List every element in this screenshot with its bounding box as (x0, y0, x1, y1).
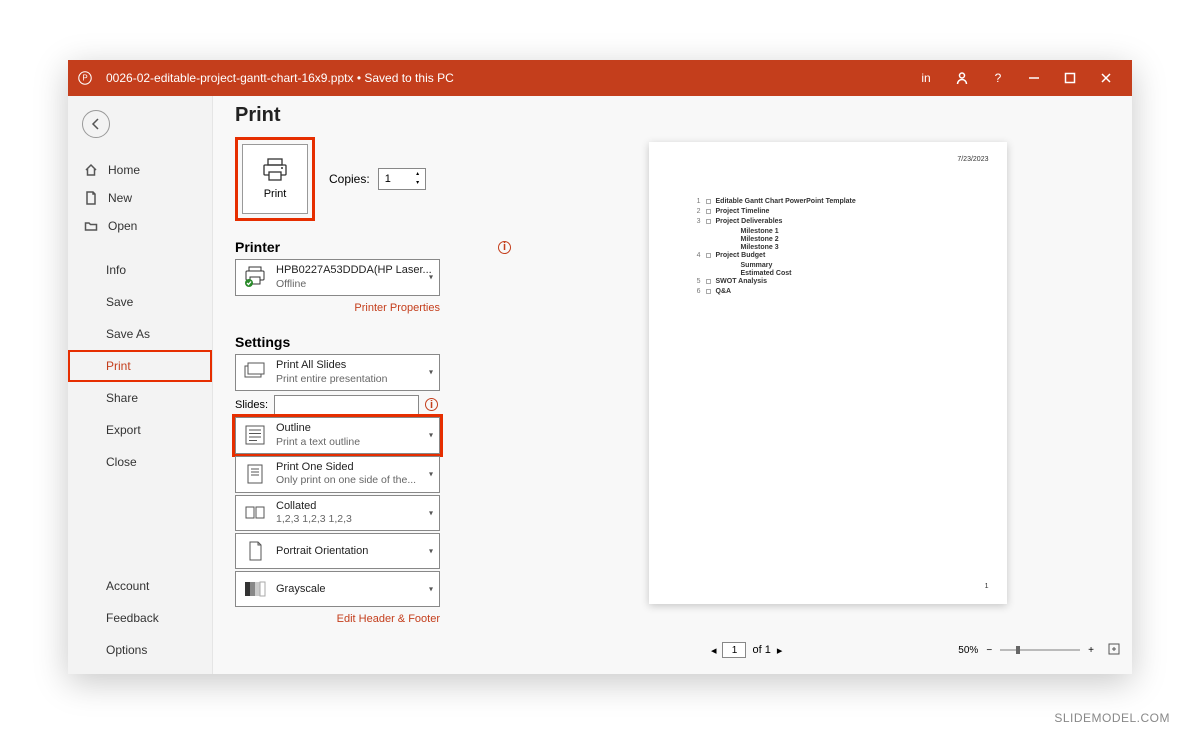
portrait-icon (242, 538, 268, 564)
outline-item: 2Project Timeline (693, 208, 989, 215)
chevron-down-icon: ▾ (429, 273, 433, 282)
sidebar-item-share[interactable]: Share (68, 382, 212, 414)
outline-item: 5SWOT Analysis (693, 278, 989, 285)
sidebar-label: Open (108, 219, 137, 233)
sidebar-item-account[interactable]: Account (68, 570, 212, 602)
info-icon[interactable]: i (498, 241, 511, 254)
print-layout-dropdown[interactable]: Outline Print a text outline ▾ (235, 417, 440, 454)
sidebar-item-export[interactable]: Export (68, 414, 212, 446)
preview-date: 7/23/2023 (957, 156, 988, 163)
page-title: Print (235, 104, 511, 127)
sidebar-item-home[interactable]: Home (68, 156, 212, 184)
outline-item: 1Editable Gantt Chart PowerPoint Templat… (693, 198, 989, 205)
outline-item: 4Project Budget (693, 252, 989, 259)
one-sided-icon (242, 461, 268, 487)
sidebar-item-save[interactable]: Save (68, 286, 212, 318)
print-button[interactable]: Print (242, 144, 308, 214)
sidebar-item-new[interactable]: New (68, 184, 212, 212)
collate-dropdown[interactable]: Collated 1,2,3 1,2,3 1,2,3 ▾ (235, 495, 440, 532)
orientation-dropdown[interactable]: Portrait Orientation ▾ (235, 533, 440, 569)
chevron-down-icon: ▾ (429, 547, 433, 556)
print-sides-dropdown[interactable]: Print One Sided Only print on one side o… (235, 456, 440, 493)
zoom-in-button[interactable]: + (1088, 645, 1094, 656)
chevron-down-icon: ▾ (429, 431, 433, 440)
powerpoint-icon: P (76, 69, 94, 87)
sidebar-label: New (108, 191, 132, 205)
edit-header-footer-link[interactable]: Edit Header & Footer (337, 613, 440, 625)
preview-page-number: 1 (985, 583, 989, 590)
chevron-down-icon: ▾ (429, 508, 433, 517)
minimize-button[interactable] (1016, 60, 1052, 96)
collated-icon (242, 500, 268, 526)
grayscale-icon (242, 576, 268, 602)
maximize-button[interactable] (1052, 60, 1088, 96)
zoom-level: 50% (958, 645, 978, 656)
help-button[interactable]: ? (980, 60, 1016, 96)
sidebar-item-info[interactable]: Info (68, 254, 212, 286)
document-title: 0026-02-editable-project-gantt-chart-16x… (106, 71, 454, 85)
chevron-down-icon: ▾ (429, 368, 433, 377)
printer-heading: Printer (235, 239, 280, 255)
account-icon[interactable] (944, 60, 980, 96)
copies-down[interactable]: ▾ (413, 179, 423, 188)
printer-icon (261, 158, 289, 182)
back-button[interactable] (82, 110, 110, 138)
outline-subitem: Estimated Cost (741, 270, 989, 277)
sidebar-item-open[interactable]: Open (68, 212, 212, 240)
slides-label: Slides: (235, 399, 268, 411)
outline-item: 6Q&A (693, 288, 989, 295)
fit-to-window-button[interactable] (1108, 643, 1120, 658)
titlebar: P 0026-02-editable-project-gantt-chart-1… (68, 60, 1132, 96)
color-dropdown[interactable]: Grayscale ▾ (235, 571, 440, 607)
outline-subitem: Milestone 1 (741, 228, 989, 235)
close-button[interactable] (1088, 60, 1124, 96)
sidebar-item-save-as[interactable]: Save As (68, 318, 212, 350)
print-button-label: Print (264, 188, 287, 200)
sidebar-item-options[interactable]: Options (68, 634, 212, 666)
outline-subitem: Summary (741, 262, 989, 269)
next-page-button[interactable]: ▸ (777, 644, 783, 657)
page-count: of 1 (752, 644, 770, 656)
print-preview: 7/23/2023 1 1Editable Gantt Chart PowerP… (523, 96, 1132, 674)
info-icon[interactable]: i (425, 398, 438, 411)
copies-label: Copies: (329, 172, 370, 186)
settings-heading: Settings (235, 334, 290, 350)
app-window: P 0026-02-editable-project-gantt-chart-1… (68, 60, 1132, 674)
outline-subitem: Milestone 3 (741, 244, 989, 251)
outline-item: 3Project Deliverables (693, 218, 989, 225)
print-range-dropdown[interactable]: Print All Slides Print entire presentati… (235, 354, 440, 391)
copies-input[interactable]: 1 ▴ ▾ (378, 168, 426, 190)
slides-input[interactable] (274, 395, 419, 415)
sidebar-item-close[interactable]: Close (68, 446, 212, 478)
zoom-out-button[interactable]: − (986, 645, 992, 656)
sidebar-item-print[interactable]: Print (68, 350, 212, 382)
zoom-slider[interactable] (1000, 649, 1080, 651)
outline-subitem: Milestone 2 (741, 236, 989, 243)
printer-status-icon (242, 264, 268, 290)
outline-icon (242, 422, 268, 448)
print-settings-panel: Print Print Copies: (213, 96, 523, 674)
printer-dropdown[interactable]: HPB0227A53DDDA(HP Laser... Offline ▾ (235, 259, 440, 296)
chevron-down-icon: ▾ (429, 585, 433, 594)
user-info[interactable]: in (908, 60, 944, 96)
backstage-sidebar: Home New Open Info Save Save As Print Sh… (68, 96, 213, 674)
chevron-down-icon: ▾ (429, 470, 433, 479)
slides-icon (242, 359, 268, 385)
sidebar-item-feedback[interactable]: Feedback (68, 602, 212, 634)
copies-up[interactable]: ▴ (413, 170, 423, 179)
printer-properties-link[interactable]: Printer Properties (354, 302, 440, 314)
sidebar-label: Home (108, 163, 140, 177)
watermark: SLIDEMODEL.COM (1054, 711, 1170, 725)
preview-page: 7/23/2023 1 1Editable Gantt Chart PowerP… (649, 142, 1007, 604)
svg-text:P: P (82, 74, 87, 83)
prev-page-button[interactable]: ◂ (711, 644, 717, 657)
page-input[interactable] (722, 642, 746, 658)
